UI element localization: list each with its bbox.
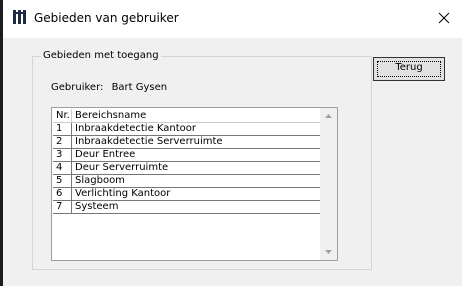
list-row[interactable]: 2 Inbraakdetectie Serverruimte <box>53 136 320 149</box>
column-divider[interactable] <box>71 109 72 122</box>
row-name: Verlichting Kantoor <box>75 188 171 199</box>
row-divider <box>71 188 72 201</box>
app-barrier-icon <box>12 9 28 25</box>
row-nr: 1 <box>56 123 63 134</box>
row-nr: 6 <box>56 188 63 199</box>
close-icon <box>438 12 450 24</box>
row-nr: 4 <box>56 162 63 173</box>
scroll-up-button[interactable] <box>320 108 337 125</box>
row-name: Deur Serverruimte <box>75 162 169 173</box>
row-nr: 3 <box>56 149 63 160</box>
triangle-down-icon <box>325 250 332 254</box>
row-name: Slagboom <box>75 175 125 186</box>
row-divider <box>71 149 72 162</box>
title-bar: Gebieden van gebruiker <box>3 0 462 38</box>
row-divider <box>71 175 72 188</box>
back-button[interactable]: Terug <box>373 57 445 81</box>
row-divider <box>71 162 72 175</box>
row-name: Inbraakdetectie Serverruimte <box>75 136 223 147</box>
column-header-name[interactable]: Bereichsname <box>75 109 146 122</box>
row-nr: 2 <box>56 136 63 147</box>
row-divider <box>71 201 72 214</box>
row-nr: 7 <box>56 201 63 212</box>
user-info: Gebruiker: Bart Gysen <box>51 82 167 93</box>
user-name: Bart Gysen <box>111 82 168 93</box>
row-name: Inbraakdetectie Kantoor <box>75 123 197 134</box>
row-name: Deur Entree <box>75 149 136 160</box>
list-row[interactable]: 6 Verlichting Kantoor <box>53 188 320 201</box>
scroll-down-button[interactable] <box>320 243 337 260</box>
row-name: Systeem <box>75 201 119 212</box>
list-row[interactable]: 4 Deur Serverruimte <box>53 162 320 175</box>
list-header: Nr. Bereichsname <box>53 109 320 123</box>
dialog-client-area: Gebieden met toegang Gebruiker: Bart Gys… <box>3 38 462 286</box>
triangle-up-icon <box>325 114 332 118</box>
list-row[interactable]: 5 Slagboom <box>53 175 320 188</box>
list-row[interactable]: 7 Systeem <box>53 201 320 214</box>
list-row[interactable]: 1 Inbraakdetectie Kantoor <box>53 123 320 136</box>
groupbox-label: Gebieden met toegang <box>41 50 161 61</box>
vertical-scrollbar[interactable] <box>320 108 337 260</box>
column-header-nr[interactable]: Nr. <box>56 109 70 122</box>
user-label: Gebruiker: <box>51 82 104 93</box>
areas-listview[interactable]: Nr. Bereichsname 1 Inbraakdetectie Kanto… <box>51 107 338 261</box>
row-nr: 5 <box>56 175 63 186</box>
row-divider <box>71 136 72 149</box>
list-row[interactable]: 3 Deur Entree <box>53 149 320 162</box>
window-title: Gebieden van gebruiker <box>34 11 179 25</box>
close-button[interactable] <box>432 6 456 30</box>
row-divider <box>71 123 72 136</box>
back-button-label: Terug <box>395 62 423 73</box>
